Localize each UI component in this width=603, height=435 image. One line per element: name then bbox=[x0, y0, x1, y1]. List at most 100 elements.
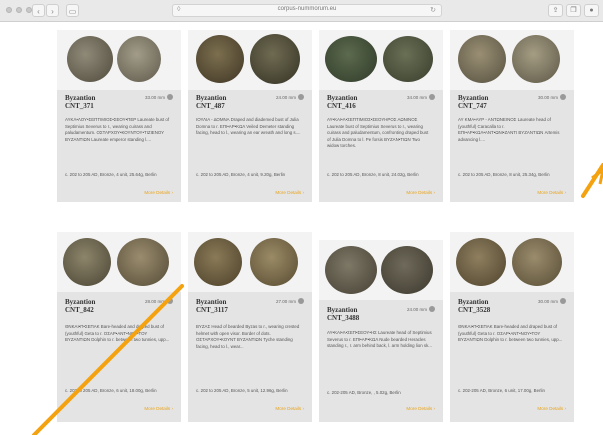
coin-description: ΑΥ•ΚΑΙ•Λ•ΣΕΠΤΙΜΙΟΣ•ΣΕΟΥΗΡΟΣ ΑΩΝΙΝΟΣ Laur… bbox=[327, 117, 429, 149]
more-details-link[interactable]: More Details › bbox=[537, 190, 566, 195]
coin-id[interactable]: CNT_487 bbox=[196, 102, 225, 110]
more-details-link[interactable]: More Details › bbox=[406, 406, 435, 411]
coin-description: ΑΥ•ΚΑΙ•Λ•ΣΕΠ•ΣΕΟΥ•ΗΣ Laureate head of Se… bbox=[327, 330, 432, 349]
coin-obverse-image bbox=[63, 238, 111, 286]
coin-reverse-image bbox=[117, 238, 169, 286]
chevron-right-icon: › bbox=[51, 7, 54, 16]
share-button[interactable]: ⇪ bbox=[548, 4, 563, 17]
coin-id[interactable]: CNT_3488 bbox=[327, 314, 359, 322]
coin-size-value: 28.00 mm bbox=[144, 298, 165, 304]
coin-obverse-image bbox=[458, 35, 506, 83]
coin-size: 28.00 mm bbox=[145, 298, 173, 304]
forward-button[interactable]: › bbox=[46, 4, 59, 17]
coin-city: Byzantion bbox=[327, 94, 358, 102]
share-icon: ⇪ bbox=[552, 7, 559, 14]
coin-metadata: c. 202-205 AD, Bronze, 6 unit, 17.00g, B… bbox=[458, 388, 545, 393]
coin-id[interactable]: CNT_371 bbox=[65, 102, 94, 110]
browser-toolbar: ‹ › ▭ ◊ corpus-nummorum.eu ↻ ⇪ ❐ ● bbox=[0, 0, 603, 22]
coin-reverse-image bbox=[381, 246, 433, 294]
ruler-icon bbox=[560, 298, 566, 304]
coin-images bbox=[57, 30, 181, 90]
coin-images bbox=[188, 232, 312, 292]
coin-card[interactable]: Byzantion CNT_487 24.00 mm ΙΟΥΛΙΑ - ΔΟΜΝ… bbox=[188, 30, 312, 202]
minimize-window-button[interactable] bbox=[16, 7, 22, 13]
coin-description: ΑΥΚΛ•ΛΟΥ•ΣΕΠΤΙΜΙΟΣ•ΣΕΟΥ•ΠΕΡ Laureate bus… bbox=[65, 117, 170, 142]
coin-city: Byzantion bbox=[327, 306, 358, 314]
coin-images bbox=[319, 240, 443, 300]
more-details-link[interactable]: More Details › bbox=[144, 406, 173, 411]
coin-id[interactable]: CNT_3528 bbox=[458, 306, 490, 314]
tabs-icon: ❐ bbox=[570, 7, 577, 14]
coin-reverse-image bbox=[512, 238, 562, 286]
coin-metadata: c. 202 to 205 AD, Bronze, 5 unit, 12.96g… bbox=[196, 388, 288, 393]
download-icon: ● bbox=[589, 7, 594, 14]
coin-id[interactable]: CNT_3117 bbox=[196, 306, 228, 314]
more-details-link[interactable]: More Details › bbox=[275, 190, 304, 195]
coin-city: Byzantion bbox=[458, 94, 489, 102]
more-details-link[interactable]: More Details › bbox=[406, 190, 435, 195]
window-controls bbox=[6, 7, 32, 13]
coin-card[interactable]: Byzantion CNT_3117 27.00 mm ΒΥΖΑΣ Head o… bbox=[188, 232, 312, 422]
coin-city: Byzantion bbox=[458, 298, 489, 306]
ruler-icon bbox=[167, 298, 173, 304]
tabs-button[interactable]: ❐ bbox=[566, 4, 581, 17]
coin-city: Byzantion bbox=[65, 94, 96, 102]
coin-reverse-image bbox=[512, 35, 560, 83]
coin-obverse-image bbox=[194, 238, 242, 286]
coin-obverse-image bbox=[67, 36, 113, 82]
coin-size-value: 33.00 mm bbox=[144, 94, 165, 100]
coin-images bbox=[319, 30, 443, 90]
coin-card[interactable]: Byzantion CNT_3528 30.00 mm ΘΝΚΑΙ•Π•ΣΕΠΑ… bbox=[450, 232, 574, 422]
coin-card[interactable]: Byzantion CNT_3488 24.00 mm ΑΥ•ΚΑΙ•Λ•ΣΕΠ… bbox=[319, 240, 443, 422]
ruler-icon bbox=[429, 306, 435, 312]
coin-reverse-image bbox=[250, 34, 300, 84]
coin-metadata: c. 202 to 205 AD, Bronze, 4 unit, 25.64g… bbox=[65, 172, 157, 177]
close-window-button[interactable] bbox=[6, 7, 12, 13]
ruler-icon bbox=[167, 94, 173, 100]
coin-obverse-image bbox=[325, 36, 377, 82]
more-details-link[interactable]: More Details › bbox=[537, 406, 566, 411]
more-details-link[interactable]: More Details › bbox=[144, 190, 173, 195]
coin-card[interactable]: Byzantion CNT_747 30.00 mm ΑΥ ΚΜΑ•ΑΥΡ - … bbox=[450, 30, 574, 202]
coin-reverse-image bbox=[117, 36, 161, 82]
coin-size: 30.00 mm bbox=[538, 94, 566, 100]
coin-card[interactable]: Byzantion CNT_371 33.00 mm ΑΥΚΛ•ΛΟΥ•ΣΕΠΤ… bbox=[57, 30, 181, 202]
coin-size-value: 24.00 mm bbox=[406, 306, 427, 312]
coin-images bbox=[450, 232, 574, 292]
coin-results-page: Byzantion CNT_371 33.00 mm ΑΥΚΛ•ΛΟΥ•ΣΕΠΤ… bbox=[0, 22, 603, 435]
coin-card[interactable]: Byzantion CNT_842 28.00 mm ΘΝΚΑΙ•Π•ΣΕΠΑΚ… bbox=[57, 232, 181, 422]
coin-obverse-image bbox=[196, 35, 244, 83]
coin-metadata: c. 202 to 205 AD, Bronze, 8 unit, 24.02g… bbox=[327, 172, 419, 177]
coin-size-value: 30.00 mm bbox=[537, 298, 558, 304]
coin-size: 24.00 mm bbox=[276, 94, 304, 100]
coin-description: ΘΝΚΑΙ•Π•ΣΕΠΑΚ Bare-headed and draped bus… bbox=[65, 324, 170, 343]
coin-id[interactable]: CNT_416 bbox=[327, 102, 356, 110]
chevron-left-icon: ‹ bbox=[37, 7, 40, 16]
address-bar[interactable]: ◊ corpus-nummorum.eu ↻ bbox=[172, 4, 442, 17]
back-button[interactable]: ‹ bbox=[32, 4, 45, 17]
coin-size-value: 24.00 mm bbox=[275, 94, 296, 100]
download-button[interactable]: ● bbox=[584, 4, 599, 17]
coin-id[interactable]: CNT_842 bbox=[65, 306, 94, 314]
reload-icon[interactable]: ↻ bbox=[430, 6, 436, 14]
coin-reverse-image bbox=[383, 36, 433, 82]
coin-obverse-image bbox=[456, 238, 506, 286]
sidebar-button[interactable]: ▭ bbox=[66, 4, 79, 17]
coin-card[interactable]: Byzantion CNT_416 34.00 mm ΑΥ•ΚΑΙ•Λ•ΣΕΠΤ… bbox=[319, 30, 443, 202]
sidebar-icon: ▭ bbox=[68, 7, 77, 16]
coin-reverse-image bbox=[250, 238, 298, 286]
coin-size: 34.00 mm bbox=[407, 94, 435, 100]
coin-description: ΙΟΥΛΙΑ - ΔΟΜΝΑ Draped and diademed bust … bbox=[196, 117, 301, 136]
coin-description: ΑΥ ΚΜΑ•ΑΥΡ - ΑΝΤΩΝΕΙΝΟΣ Laureate head of… bbox=[458, 117, 560, 142]
ruler-icon bbox=[298, 298, 304, 304]
coin-size: 33.00 mm bbox=[145, 94, 173, 100]
coin-obverse-image bbox=[325, 246, 377, 294]
more-details-link[interactable]: More Details › bbox=[275, 406, 304, 411]
coin-id[interactable]: CNT_747 bbox=[458, 102, 487, 110]
coin-description: ΒΥΖΑΣ Head of bearded Byzas to r., weari… bbox=[196, 324, 300, 349]
coin-size-value: 34.00 mm bbox=[406, 94, 427, 100]
url-text: corpus-nummorum.eu bbox=[277, 6, 337, 12]
ruler-icon bbox=[298, 94, 304, 100]
coin-city: Byzantion bbox=[196, 298, 227, 306]
coin-size: 27.00 mm bbox=[276, 298, 304, 304]
